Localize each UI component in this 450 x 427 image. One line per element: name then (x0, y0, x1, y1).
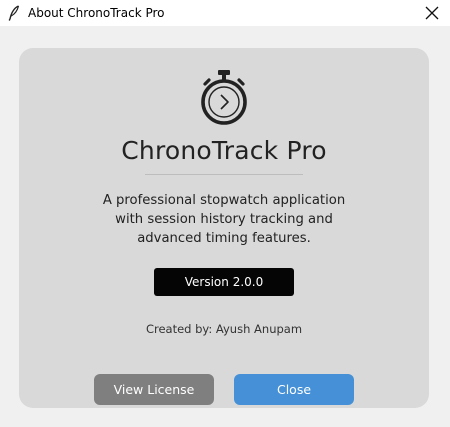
version-badge: Version 2.0.0 (154, 268, 294, 296)
close-button[interactable]: Close (234, 374, 354, 405)
divider (145, 174, 303, 175)
about-card: ChronoTrack Pro A professional stopwatch… (19, 48, 429, 408)
description-line: with session history tracking and (115, 212, 333, 227)
description-line: A professional stopwatch application (102, 193, 346, 208)
description-line: advanced timing features. (137, 231, 311, 246)
app-description: A professional stopwatch application wit… (74, 191, 374, 248)
credits-text: Created by: Ayush Anupam (145, 322, 303, 336)
view-license-button[interactable]: View License (94, 374, 214, 405)
close-icon[interactable] (423, 4, 441, 22)
stopwatch-icon (201, 70, 247, 125)
title-bar: About ChronoTrack Pro (0, 0, 450, 26)
feather-icon (6, 4, 22, 22)
about-dialog: About ChronoTrack Pro ChronoTrack Pro A … (0, 0, 450, 427)
window-title: About ChronoTrack Pro (28, 6, 165, 20)
app-name: ChronoTrack Pro (121, 136, 327, 165)
